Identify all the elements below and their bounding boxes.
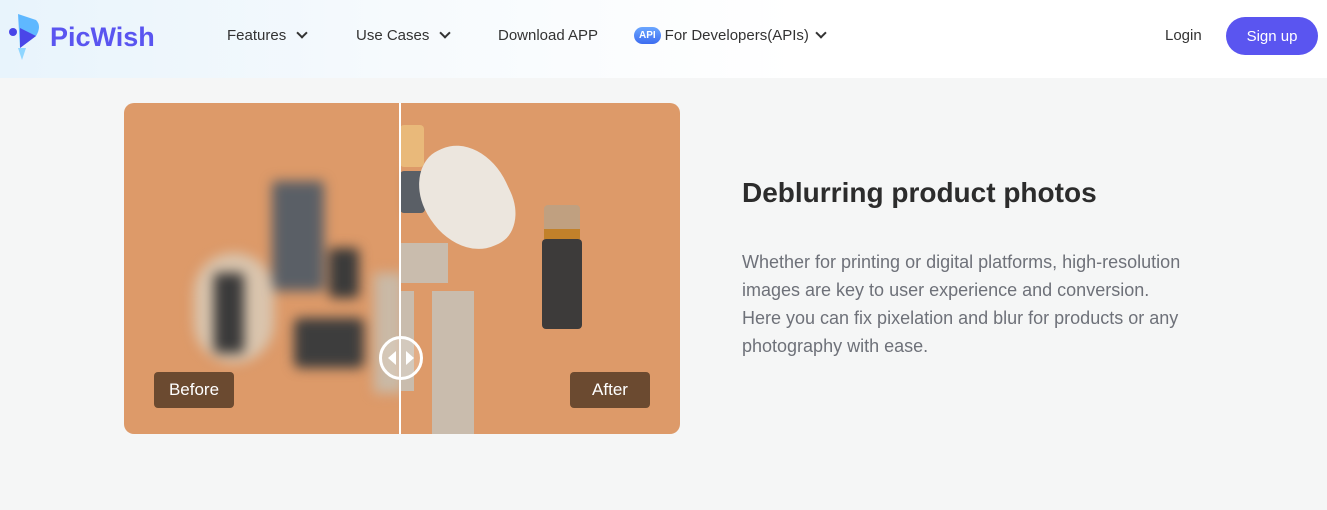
comparison-divider[interactable] bbox=[399, 103, 401, 434]
nav-features[interactable]: Features bbox=[227, 27, 308, 44]
before-label: Before bbox=[154, 372, 234, 408]
nav-label: For Developers(APIs) bbox=[664, 27, 809, 44]
nav-use-cases[interactable]: Use Cases bbox=[356, 27, 452, 44]
api-cloud-icon: API bbox=[634, 27, 661, 44]
picwish-logo[interactable]: PicWish bbox=[8, 14, 155, 60]
brand-name: PicWish bbox=[50, 21, 155, 52]
top-navigation: PicWish Features Use Cases Download APP … bbox=[0, 0, 1327, 78]
login-link[interactable]: Login bbox=[1165, 27, 1202, 44]
chevron-down-icon bbox=[815, 27, 827, 39]
nav-label: Download APP bbox=[498, 27, 599, 44]
feature-description: Whether for printing or digital platform… bbox=[742, 252, 1181, 356]
picwish-logo-icon bbox=[9, 14, 39, 60]
nav-download-app[interactable]: Download APP bbox=[498, 27, 598, 44]
chevron-down-icon bbox=[439, 27, 452, 39]
nav-label: Use Cases bbox=[356, 27, 430, 44]
nav-developers[interactable]: API For Developers(APIs) bbox=[634, 27, 827, 44]
chevron-down-icon bbox=[296, 27, 308, 39]
before-after-comparison[interactable]: Before After bbox=[124, 103, 680, 434]
signup-button[interactable]: Sign up bbox=[1226, 17, 1318, 55]
nav-label: Features bbox=[227, 27, 287, 44]
feature-title: Deblurring product photos bbox=[742, 177, 1097, 208]
slider-handle-arrows-icon[interactable] bbox=[379, 336, 423, 380]
after-label: After bbox=[570, 372, 650, 408]
